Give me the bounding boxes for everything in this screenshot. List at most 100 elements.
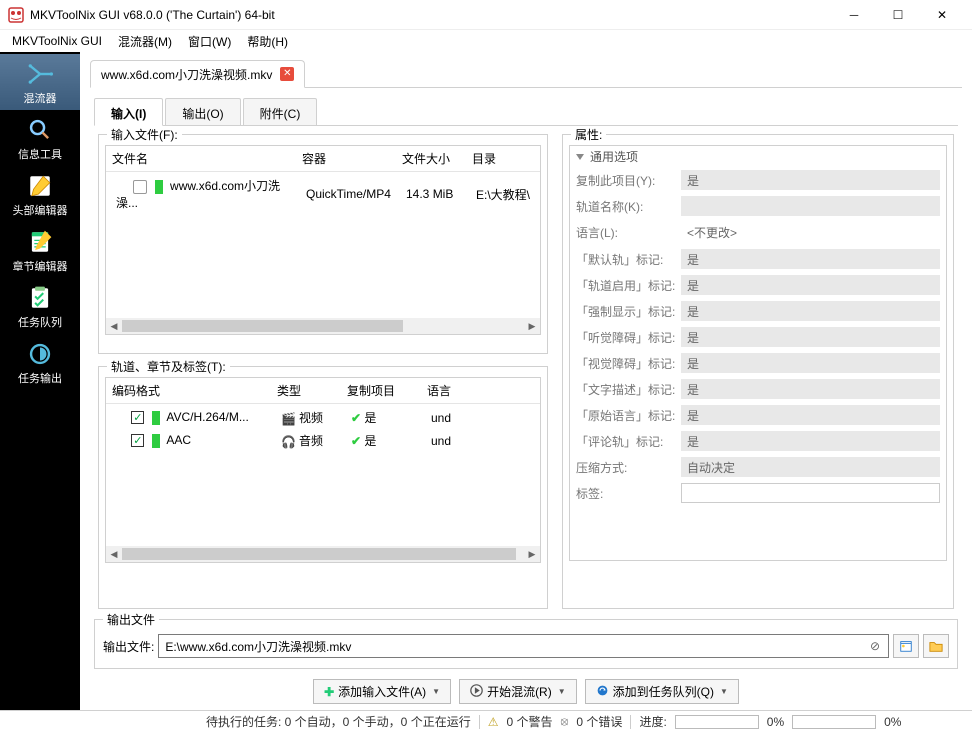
prop-commentary-flag[interactable] bbox=[681, 431, 940, 451]
track-row[interactable]: ✓ AVC/H.264/M... 🎬视频 ✔ 是 und bbox=[106, 406, 540, 429]
input-files-list[interactable]: 文件名 容器 文件大小 目录 bbox=[105, 145, 541, 335]
prop-track-name[interactable] bbox=[681, 196, 940, 216]
properties-list[interactable]: 通用选项 复制此项目(Y): 轨道名称(K): 语言(L):<不更改> 「默认轨… bbox=[569, 145, 947, 561]
edit-icon bbox=[24, 172, 56, 200]
dropdown-icon[interactable]: ▼ bbox=[558, 687, 566, 696]
prop-label: 「默认轨」标记: bbox=[576, 251, 681, 268]
add-to-queue-button[interactable]: 添加到任务队列(Q) ▼ bbox=[585, 679, 739, 704]
sidebar-item-header-editor[interactable]: 头部编辑器 bbox=[0, 166, 80, 222]
prop-label: 压缩方式: bbox=[576, 459, 681, 476]
file-row[interactable]: www.x6d.com小刀洗澡... QuickTime/MP4 14.3 Mi… bbox=[106, 174, 540, 214]
file-container: QuickTime/MP4 bbox=[300, 186, 400, 202]
prop-label: 复制此项目(Y): bbox=[576, 172, 681, 189]
status-jobs: 待执行的任务: 0 个自动，0 个手动，0 个正在运行 bbox=[206, 713, 471, 730]
col-size[interactable]: 文件大小 bbox=[396, 146, 466, 171]
scroll-left-arrow[interactable]: ◀ bbox=[106, 546, 122, 562]
close-tab-icon[interactable]: ✕ bbox=[280, 67, 294, 81]
status-warnings[interactable]: 0 个警告 bbox=[506, 713, 552, 730]
prop-copy-item[interactable] bbox=[681, 170, 940, 190]
browse-folder-button[interactable] bbox=[923, 634, 949, 658]
col-lang[interactable]: 语言 bbox=[421, 378, 540, 403]
menu-app[interactable]: MKVToolNix GUI bbox=[4, 32, 110, 50]
prop-hearing-flag[interactable] bbox=[681, 327, 940, 347]
tab-output[interactable]: 输出(O) bbox=[165, 98, 240, 125]
output-label: 输出文件: bbox=[103, 638, 154, 655]
status-indicator bbox=[155, 180, 163, 194]
track-lang: und bbox=[425, 433, 536, 449]
col-type[interactable]: 类型 bbox=[271, 378, 341, 403]
prop-label: 语言(L): bbox=[576, 224, 681, 241]
close-button[interactable]: ✕ bbox=[920, 0, 964, 30]
sidebar-item-job-queue[interactable]: 任务队列 bbox=[0, 278, 80, 334]
sidebar-item-job-output[interactable]: 任务输出 bbox=[0, 334, 80, 390]
track-codec: AVC/H.264/M... bbox=[166, 410, 248, 424]
tracks-list[interactable]: 编码格式 类型 复制项目 语言 ✓ bbox=[105, 377, 541, 563]
menu-window[interactable]: 窗口(W) bbox=[180, 31, 239, 52]
status-errors[interactable]: 0 个错误 bbox=[576, 713, 622, 730]
tab-attachments[interactable]: 附件(C) bbox=[243, 98, 318, 125]
prop-label: 「轨道启用」标记: bbox=[576, 277, 681, 294]
magnifier-icon bbox=[24, 116, 56, 144]
sidebar-item-chapter-editor[interactable]: 章节编辑器 bbox=[0, 222, 80, 278]
file-tab[interactable]: www.x6d.com小刀洗澡视频.mkv ✕ bbox=[90, 60, 305, 88]
prop-label: 「文字描述」标记: bbox=[576, 381, 681, 398]
track-checkbox[interactable]: ✓ bbox=[131, 434, 144, 447]
scroll-right-arrow[interactable]: ▶ bbox=[524, 318, 540, 334]
menu-help[interactable]: 帮助(H) bbox=[239, 31, 296, 52]
prop-label: 「强制显示」标记: bbox=[576, 303, 681, 320]
play-icon bbox=[470, 684, 483, 700]
col-directory[interactable]: 目录 bbox=[466, 146, 540, 171]
input-files-legend: 输入文件(F): bbox=[107, 126, 182, 143]
sidebar: 混流器 信息工具 头部编辑器 章节编辑器 任务队列 任务输出 bbox=[0, 52, 80, 710]
prop-compression[interactable] bbox=[681, 457, 940, 477]
add-input-file-button[interactable]: ✚ 添加输入文件(A) ▼ bbox=[313, 679, 451, 704]
prop-label: 「评论轨」标记: bbox=[576, 433, 681, 450]
horizontal-scrollbar[interactable]: ◀ ▶ bbox=[106, 318, 540, 334]
collapse-icon[interactable] bbox=[576, 154, 584, 160]
col-codec[interactable]: 编码格式 bbox=[106, 378, 271, 403]
prop-enabled-flag[interactable] bbox=[681, 275, 940, 295]
clear-icon[interactable]: ⊘ bbox=[870, 639, 884, 653]
output-icon bbox=[24, 340, 56, 368]
browse-file-button[interactable] bbox=[893, 634, 919, 658]
dropdown-icon[interactable]: ▼ bbox=[432, 687, 440, 696]
progress-pct-current: 0% bbox=[767, 715, 784, 729]
prop-forced-flag[interactable] bbox=[681, 301, 940, 321]
prop-section-header[interactable]: 通用选项 bbox=[570, 146, 946, 167]
prop-original-lang-flag[interactable] bbox=[681, 405, 940, 425]
status-indicator bbox=[152, 434, 160, 448]
prop-language[interactable]: <不更改> bbox=[681, 222, 940, 243]
app-icon bbox=[8, 7, 24, 23]
track-type: 视频 bbox=[299, 411, 323, 425]
error-icon: ⦻ bbox=[560, 714, 568, 729]
track-row[interactable]: ✓ AAC 🎧音频 ✔ 是 und bbox=[106, 429, 540, 452]
output-path-text: E:\www.x6d.com小刀洗澡视频.mkv bbox=[165, 640, 351, 654]
col-container[interactable]: 容器 bbox=[296, 146, 396, 171]
prop-visual-flag[interactable] bbox=[681, 353, 940, 373]
scroll-left-arrow[interactable]: ◀ bbox=[106, 318, 122, 334]
track-checkbox[interactable]: ✓ bbox=[131, 411, 144, 424]
status-bar: 待执行的任务: 0 个自动，0 个手动，0 个正在运行 ⚠ 0 个警告 ⦻ 0 … bbox=[0, 710, 972, 732]
maximize-button[interactable]: ☐ bbox=[876, 0, 920, 30]
col-copy[interactable]: 复制项目 bbox=[341, 378, 421, 403]
prop-default-flag[interactable] bbox=[681, 249, 940, 269]
sidebar-item-muxer[interactable]: 混流器 bbox=[0, 54, 80, 110]
sidebar-item-info[interactable]: 信息工具 bbox=[0, 110, 80, 166]
minimize-button[interactable]: ─ bbox=[832, 0, 876, 30]
dropdown-icon[interactable]: ▼ bbox=[720, 687, 728, 696]
col-filename[interactable]: 文件名 bbox=[106, 146, 296, 171]
btn-label: 添加输入文件(A) bbox=[338, 683, 426, 700]
tab-input[interactable]: 输入(I) bbox=[94, 98, 163, 126]
progress-pct-total: 0% bbox=[884, 715, 901, 729]
prop-text-desc-flag[interactable] bbox=[681, 379, 940, 399]
output-path-input[interactable]: E:\www.x6d.com小刀洗澡视频.mkv ⊘ bbox=[158, 634, 889, 658]
menu-muxer[interactable]: 混流器(M) bbox=[110, 31, 180, 52]
file-size: 14.3 MiB bbox=[400, 186, 470, 202]
title-bar: MKVToolNix GUI v68.0.0 ('The Curtain') 6… bbox=[0, 0, 972, 30]
scroll-right-arrow[interactable]: ▶ bbox=[524, 546, 540, 562]
horizontal-scrollbar[interactable]: ◀ ▶ bbox=[106, 546, 540, 562]
sidebar-item-label: 头部编辑器 bbox=[13, 202, 68, 218]
sidebar-item-label: 章节编辑器 bbox=[13, 258, 68, 274]
start-mux-button[interactable]: 开始混流(R) ▼ bbox=[459, 679, 577, 704]
prop-tags[interactable] bbox=[681, 483, 940, 503]
